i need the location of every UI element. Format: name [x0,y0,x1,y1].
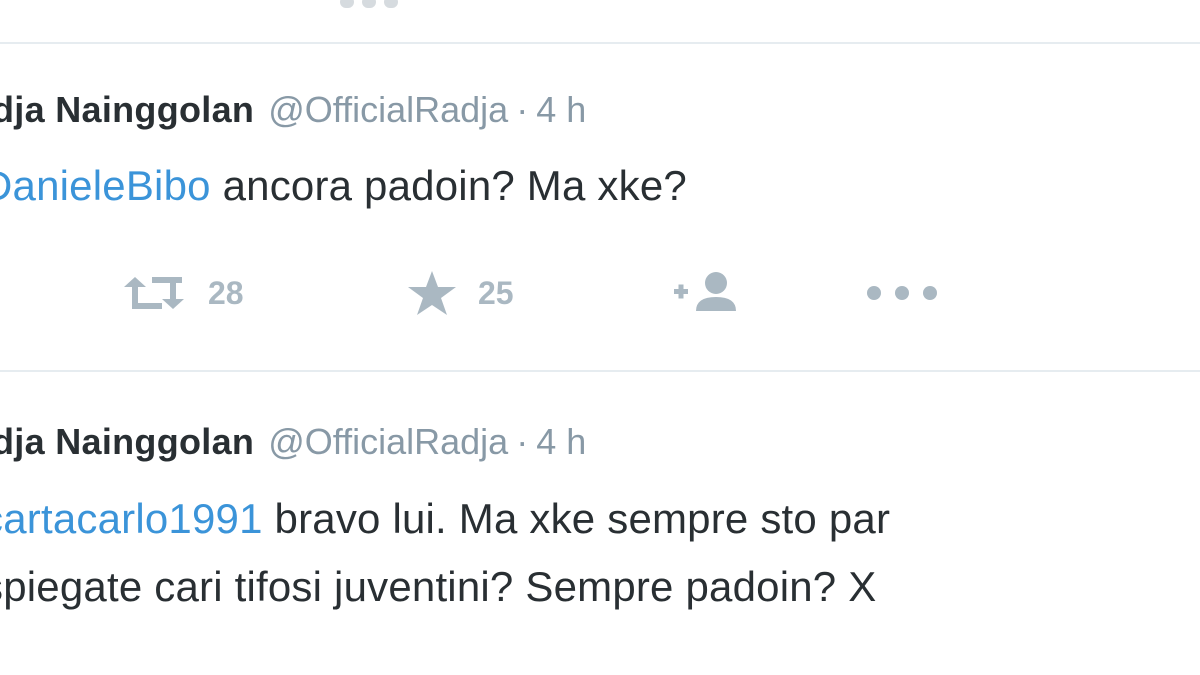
divider [0,42,1200,44]
star-icon [408,271,456,315]
separator: · [516,421,529,462]
more-dots-icon [867,286,937,300]
previous-tweet-more-dots[interactable] [0,0,1200,12]
follow-plus-person-icon [674,272,736,311]
tweet-text-line-2: spiegate cari tifosi juventini? Sempre p… [0,563,877,610]
timestamp[interactable]: 4 h [536,421,586,462]
divider [0,370,1200,372]
retweet-icon [124,277,184,309]
retweet-count: 28 [208,274,244,311]
user-name[interactable]: dja Nainggolan [0,89,254,130]
tweet-text-body: bravo lui. Ma xke sempre sto par [262,495,891,542]
tweet-text: DanieleBibo ancora padoin? Ma xke? [0,155,687,217]
tweet-header: dja Nainggolan @OfficialRadja · 4 h [0,420,586,464]
separator: · [516,89,529,130]
retweet-button[interactable]: 28 [118,263,244,323]
mention-link[interactable]: cartacarlo1991 [0,495,263,542]
timestamp[interactable]: 4 h [536,89,586,130]
favorite-button[interactable]: 25 [406,263,514,323]
user-handle[interactable]: @OfficialRadja [268,89,508,130]
tweet-text: cartacarlo1991 bravo lui. Ma xke sempre … [0,488,890,550]
follow-button[interactable] [672,263,746,323]
tweet-header: dja Nainggolan @OfficialRadja · 4 h [0,88,586,132]
more-button[interactable] [864,263,940,323]
tweet-actions: 28 25 [0,263,1200,323]
mention-link[interactable]: DanieleBibo [0,162,211,209]
user-handle[interactable]: @OfficialRadja [268,421,508,462]
tweet-text-body: ancora padoin? Ma xke? [210,162,687,209]
user-name[interactable]: dja Nainggolan [0,421,254,462]
favorite-count: 25 [478,274,514,311]
